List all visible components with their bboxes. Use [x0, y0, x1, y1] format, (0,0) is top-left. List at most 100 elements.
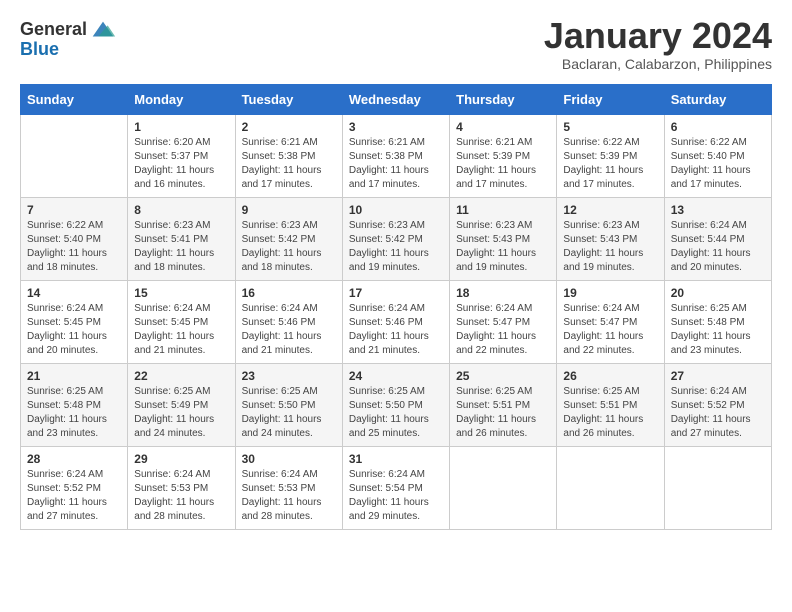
calendar-cell: 30 Sunrise: 6:24 AM Sunset: 5:53 PM Dayl… — [235, 446, 342, 529]
calendar-cell: 22 Sunrise: 6:25 AM Sunset: 5:49 PM Dayl… — [128, 363, 235, 446]
cell-content: Sunrise: 6:23 AM Sunset: 5:42 PM Dayligh… — [242, 219, 336, 275]
logo-icon — [89, 16, 117, 44]
cell-content: Sunrise: 6:24 AM Sunset: 5:47 PM Dayligh… — [563, 302, 657, 358]
calendar-cell: 16 Sunrise: 6:24 AM Sunset: 5:46 PM Dayl… — [235, 280, 342, 363]
cell-content: Sunrise: 6:24 AM Sunset: 5:44 PM Dayligh… — [671, 219, 765, 275]
calendar-cell — [450, 446, 557, 529]
weekday-header-thursday: Thursday — [450, 84, 557, 114]
calendar-cell: 24 Sunrise: 6:25 AM Sunset: 5:50 PM Dayl… — [342, 363, 449, 446]
day-number: 27 — [671, 369, 765, 383]
calendar-cell: 18 Sunrise: 6:24 AM Sunset: 5:47 PM Dayl… — [450, 280, 557, 363]
day-number: 25 — [456, 369, 550, 383]
day-number: 16 — [242, 286, 336, 300]
day-number: 19 — [563, 286, 657, 300]
calendar-cell: 28 Sunrise: 6:24 AM Sunset: 5:52 PM Dayl… — [21, 446, 128, 529]
calendar-cell: 10 Sunrise: 6:23 AM Sunset: 5:42 PM Dayl… — [342, 197, 449, 280]
day-number: 30 — [242, 452, 336, 466]
cell-content: Sunrise: 6:24 AM Sunset: 5:46 PM Dayligh… — [242, 302, 336, 358]
calendar-cell: 12 Sunrise: 6:23 AM Sunset: 5:43 PM Dayl… — [557, 197, 664, 280]
cell-content: Sunrise: 6:24 AM Sunset: 5:53 PM Dayligh… — [242, 468, 336, 524]
calendar-cell: 31 Sunrise: 6:24 AM Sunset: 5:54 PM Dayl… — [342, 446, 449, 529]
calendar-cell: 14 Sunrise: 6:24 AM Sunset: 5:45 PM Dayl… — [21, 280, 128, 363]
calendar-cell: 26 Sunrise: 6:25 AM Sunset: 5:51 PM Dayl… — [557, 363, 664, 446]
day-number: 9 — [242, 203, 336, 217]
calendar-week-2: 7 Sunrise: 6:22 AM Sunset: 5:40 PM Dayli… — [21, 197, 772, 280]
logo-general-text: General — [20, 20, 87, 40]
calendar-cell: 25 Sunrise: 6:25 AM Sunset: 5:51 PM Dayl… — [450, 363, 557, 446]
cell-content: Sunrise: 6:23 AM Sunset: 5:42 PM Dayligh… — [349, 219, 443, 275]
cell-content: Sunrise: 6:24 AM Sunset: 5:46 PM Dayligh… — [349, 302, 443, 358]
cell-content: Sunrise: 6:22 AM Sunset: 5:39 PM Dayligh… — [563, 136, 657, 192]
calendar-week-4: 21 Sunrise: 6:25 AM Sunset: 5:48 PM Dayl… — [21, 363, 772, 446]
day-number: 21 — [27, 369, 121, 383]
calendar-cell: 27 Sunrise: 6:24 AM Sunset: 5:52 PM Dayl… — [664, 363, 771, 446]
calendar-cell: 6 Sunrise: 6:22 AM Sunset: 5:40 PM Dayli… — [664, 114, 771, 197]
weekday-header-wednesday: Wednesday — [342, 84, 449, 114]
cell-content: Sunrise: 6:25 AM Sunset: 5:51 PM Dayligh… — [456, 385, 550, 441]
calendar-cell: 1 Sunrise: 6:20 AM Sunset: 5:37 PM Dayli… — [128, 114, 235, 197]
calendar-cell — [557, 446, 664, 529]
calendar-cell: 2 Sunrise: 6:21 AM Sunset: 5:38 PM Dayli… — [235, 114, 342, 197]
calendar-week-5: 28 Sunrise: 6:24 AM Sunset: 5:52 PM Dayl… — [21, 446, 772, 529]
cell-content: Sunrise: 6:25 AM Sunset: 5:51 PM Dayligh… — [563, 385, 657, 441]
cell-content: Sunrise: 6:24 AM Sunset: 5:53 PM Dayligh… — [134, 468, 228, 524]
day-number: 1 — [134, 120, 228, 134]
day-number: 29 — [134, 452, 228, 466]
day-number: 17 — [349, 286, 443, 300]
cell-content: Sunrise: 6:22 AM Sunset: 5:40 PM Dayligh… — [671, 136, 765, 192]
calendar-cell: 13 Sunrise: 6:24 AM Sunset: 5:44 PM Dayl… — [664, 197, 771, 280]
calendar-cell: 5 Sunrise: 6:22 AM Sunset: 5:39 PM Dayli… — [557, 114, 664, 197]
weekday-header-sunday: Sunday — [21, 84, 128, 114]
calendar-cell: 7 Sunrise: 6:22 AM Sunset: 5:40 PM Dayli… — [21, 197, 128, 280]
month-title: January 2024 — [544, 16, 772, 56]
weekday-header-saturday: Saturday — [664, 84, 771, 114]
cell-content: Sunrise: 6:20 AM Sunset: 5:37 PM Dayligh… — [134, 136, 228, 192]
cell-content: Sunrise: 6:23 AM Sunset: 5:43 PM Dayligh… — [563, 219, 657, 275]
day-number: 11 — [456, 203, 550, 217]
weekday-header-tuesday: Tuesday — [235, 84, 342, 114]
calendar-cell: 4 Sunrise: 6:21 AM Sunset: 5:39 PM Dayli… — [450, 114, 557, 197]
day-number: 20 — [671, 286, 765, 300]
calendar-cell: 11 Sunrise: 6:23 AM Sunset: 5:43 PM Dayl… — [450, 197, 557, 280]
day-number: 31 — [349, 452, 443, 466]
day-number: 18 — [456, 286, 550, 300]
logo: General Blue — [20, 16, 117, 60]
day-number: 15 — [134, 286, 228, 300]
cell-content: Sunrise: 6:25 AM Sunset: 5:48 PM Dayligh… — [671, 302, 765, 358]
calendar-cell: 29 Sunrise: 6:24 AM Sunset: 5:53 PM Dayl… — [128, 446, 235, 529]
day-number: 13 — [671, 203, 765, 217]
day-number: 26 — [563, 369, 657, 383]
cell-content: Sunrise: 6:23 AM Sunset: 5:43 PM Dayligh… — [456, 219, 550, 275]
cell-content: Sunrise: 6:24 AM Sunset: 5:52 PM Dayligh… — [671, 385, 765, 441]
calendar-week-3: 14 Sunrise: 6:24 AM Sunset: 5:45 PM Dayl… — [21, 280, 772, 363]
calendar-cell: 9 Sunrise: 6:23 AM Sunset: 5:42 PM Dayli… — [235, 197, 342, 280]
cell-content: Sunrise: 6:24 AM Sunset: 5:47 PM Dayligh… — [456, 302, 550, 358]
day-number: 8 — [134, 203, 228, 217]
cell-content: Sunrise: 6:24 AM Sunset: 5:52 PM Dayligh… — [27, 468, 121, 524]
calendar-cell: 20 Sunrise: 6:25 AM Sunset: 5:48 PM Dayl… — [664, 280, 771, 363]
day-number: 4 — [456, 120, 550, 134]
day-number: 10 — [349, 203, 443, 217]
day-number: 14 — [27, 286, 121, 300]
cell-content: Sunrise: 6:24 AM Sunset: 5:54 PM Dayligh… — [349, 468, 443, 524]
day-number: 28 — [27, 452, 121, 466]
cell-content: Sunrise: 6:22 AM Sunset: 5:40 PM Dayligh… — [27, 219, 121, 275]
cell-content: Sunrise: 6:25 AM Sunset: 5:49 PM Dayligh… — [134, 385, 228, 441]
weekday-header-friday: Friday — [557, 84, 664, 114]
calendar-cell: 3 Sunrise: 6:21 AM Sunset: 5:38 PM Dayli… — [342, 114, 449, 197]
logo-blue-text: Blue — [20, 40, 59, 60]
calendar-cell: 23 Sunrise: 6:25 AM Sunset: 5:50 PM Dayl… — [235, 363, 342, 446]
location-text: Baclaran, Calabarzon, Philippines — [544, 56, 772, 72]
calendar-cell: 19 Sunrise: 6:24 AM Sunset: 5:47 PM Dayl… — [557, 280, 664, 363]
calendar-cell — [21, 114, 128, 197]
calendar-cell: 17 Sunrise: 6:24 AM Sunset: 5:46 PM Dayl… — [342, 280, 449, 363]
day-number: 12 — [563, 203, 657, 217]
cell-content: Sunrise: 6:23 AM Sunset: 5:41 PM Dayligh… — [134, 219, 228, 275]
day-number: 5 — [563, 120, 657, 134]
day-number: 2 — [242, 120, 336, 134]
title-section: January 2024 Baclaran, Calabarzon, Phili… — [544, 16, 772, 72]
day-number: 24 — [349, 369, 443, 383]
day-number: 22 — [134, 369, 228, 383]
day-number: 3 — [349, 120, 443, 134]
cell-content: Sunrise: 6:21 AM Sunset: 5:39 PM Dayligh… — [456, 136, 550, 192]
